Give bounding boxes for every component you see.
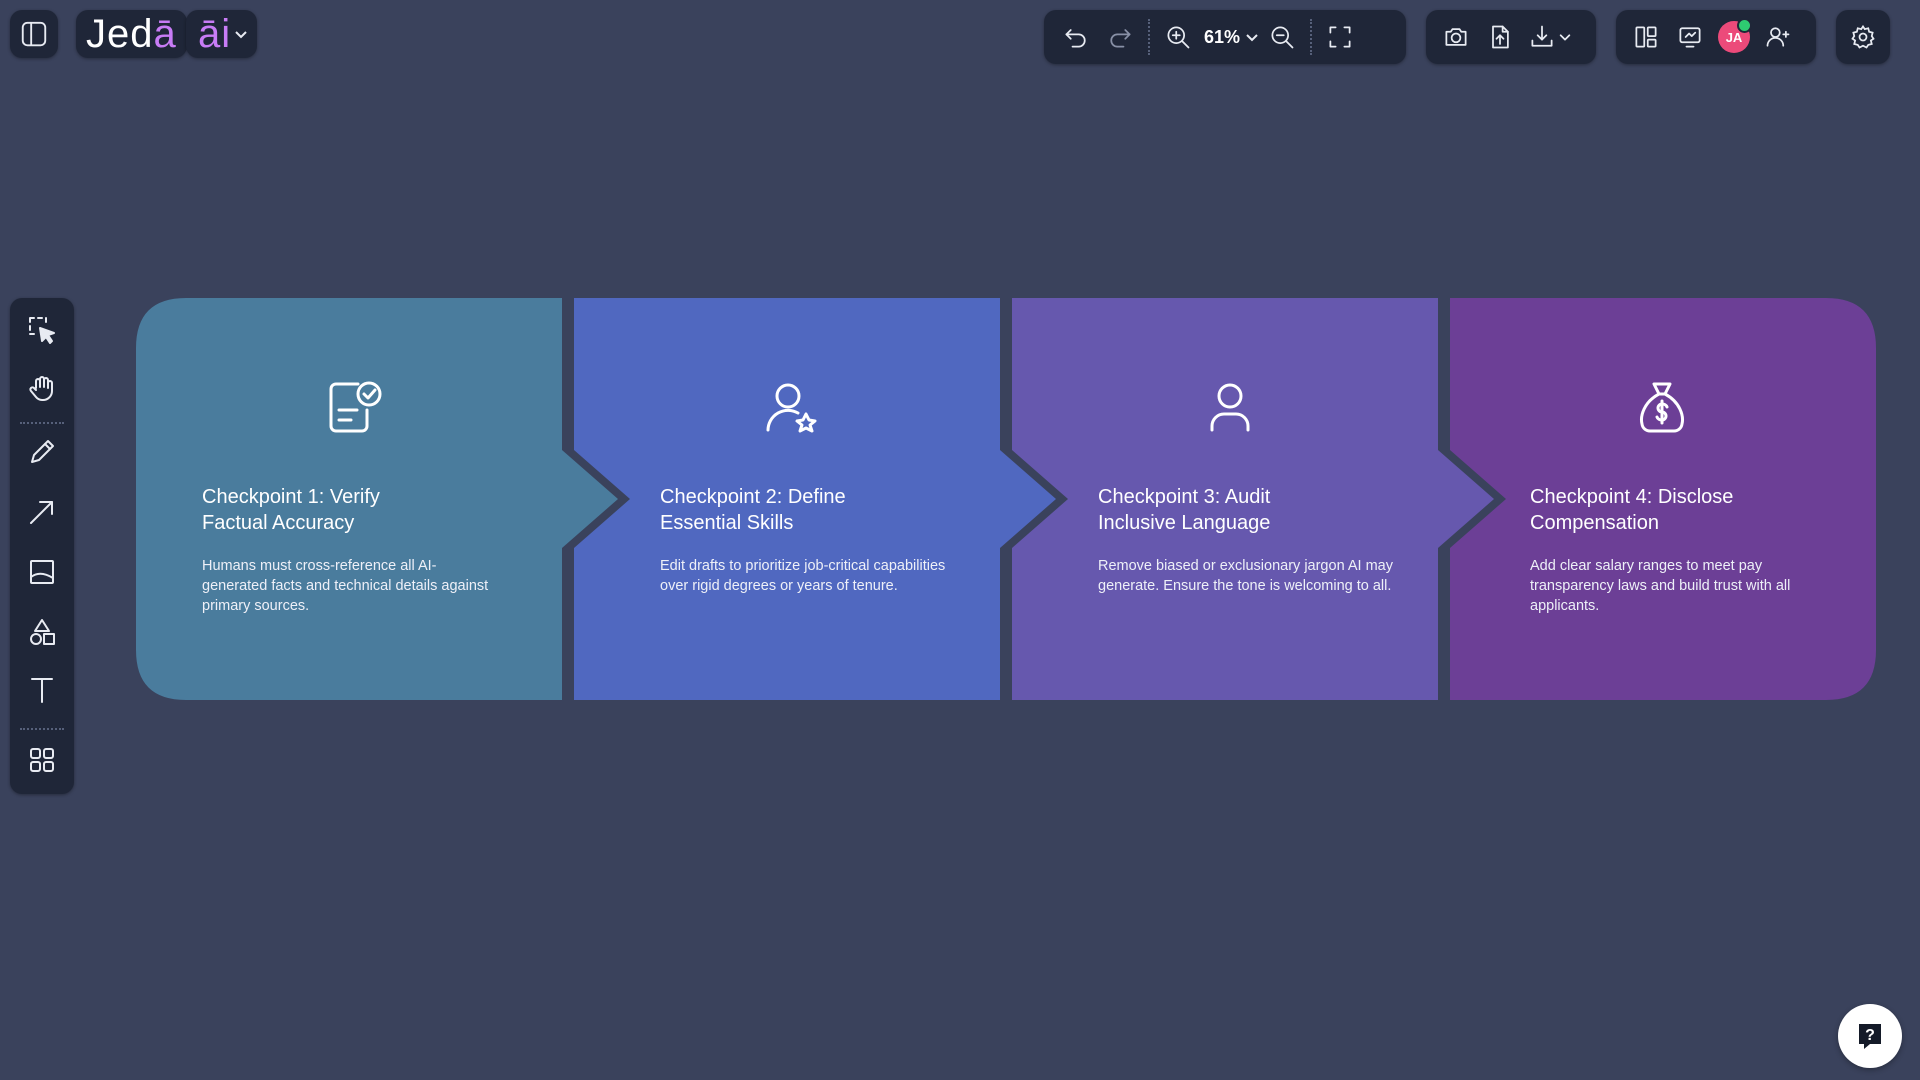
zoom-in-button[interactable] <box>1156 15 1200 59</box>
templates-tool[interactable] <box>20 738 64 782</box>
user-avatar-button[interactable]: JA <box>1712 15 1756 59</box>
chevron-down-icon <box>235 31 247 39</box>
undo-button[interactable] <box>1054 15 1098 59</box>
help-chat-icon: ? <box>1859 1024 1881 1049</box>
step-3: Checkpoint 3: Audit Inclusive Language R… <box>1098 298 1418 700</box>
zoom-in-icon <box>1167 26 1190 49</box>
step-1-title: Checkpoint 1: Verify Factual Accuracy <box>202 486 380 534</box>
arrow-tool[interactable] <box>20 490 64 534</box>
pen-tool[interactable] <box>20 430 64 474</box>
user-star-icon <box>760 376 824 440</box>
ai-label: āi <box>198 11 232 56</box>
pencil-icon <box>31 440 54 463</box>
palette-separator <box>20 728 64 730</box>
shapes-tool[interactable] <box>20 610 64 654</box>
download-button[interactable] <box>1522 15 1578 59</box>
step-4: Checkpoint 4: Disclose Compensation Add … <box>1530 298 1850 700</box>
collaboration-toolbar: JA <box>1616 10 1816 64</box>
arrow-icon <box>30 501 53 524</box>
shapes-icon <box>30 619 55 645</box>
hand-icon <box>29 376 53 401</box>
file-upload-icon <box>1492 25 1509 49</box>
brand-logo[interactable]: Jedā <box>76 10 187 58</box>
select-tool[interactable] <box>20 308 64 352</box>
chevron-down-icon <box>1246 34 1258 42</box>
zoom-level: 61% <box>1204 26 1241 47</box>
image-frame-icon <box>30 560 54 584</box>
svg-text:?: ? <box>1865 1027 1875 1044</box>
fit-to-screen-button[interactable] <box>1318 15 1362 59</box>
chevron-down-icon <box>1559 34 1571 41</box>
redo-icon <box>1110 29 1131 48</box>
process-diagram[interactable]: Checkpoint 1: Verify Factual Accuracy Hu… <box>136 298 1876 700</box>
avatar: JA <box>1718 18 1752 53</box>
screenshot-button[interactable] <box>1434 15 1478 59</box>
image-tool[interactable] <box>20 550 64 594</box>
user-icon <box>1198 376 1262 440</box>
brand-name: Jed <box>86 11 154 56</box>
add-user-icon <box>1766 27 1790 47</box>
brand-accent: ā <box>153 11 177 56</box>
sidebar-toggle-button[interactable] <box>10 10 58 58</box>
zoom-out-button[interactable] <box>1260 15 1304 59</box>
pan-tool[interactable] <box>20 366 64 410</box>
palette-separator <box>20 422 64 424</box>
download-icon <box>1531 25 1553 47</box>
online-status-dot <box>1737 18 1752 33</box>
select-cursor-icon <box>29 317 55 344</box>
layout-button[interactable] <box>1624 15 1668 59</box>
ai-menu-button[interactable]: āi <box>186 10 258 58</box>
step-2-title: Checkpoint 2: Define Essential Skills <box>660 486 846 534</box>
zoom-level-dropdown[interactable]: 61% <box>1200 15 1260 59</box>
step-3-title: Checkpoint 3: Audit Inclusive Language <box>1098 486 1271 534</box>
step-4-description: Add clear salary ranges to meet pay tran… <box>1530 558 1791 614</box>
invite-user-button[interactable] <box>1756 15 1800 59</box>
step-4-title: Checkpoint 4: Disclose Compensation <box>1530 486 1734 534</box>
zoom-out-icon <box>1271 26 1294 49</box>
text-tool[interactable] <box>20 668 64 712</box>
fullscreen-icon <box>1329 26 1351 48</box>
presentation-button[interactable] <box>1668 15 1712 59</box>
gear-icon <box>1851 24 1875 49</box>
toolbar-separator <box>1148 19 1150 55</box>
text-icon <box>31 678 53 703</box>
grid-icon <box>30 748 54 772</box>
upload-button[interactable] <box>1478 15 1522 59</box>
export-toolbar <box>1426 10 1596 64</box>
redo-button[interactable] <box>1098 15 1142 59</box>
sidebar-panel-icon <box>21 21 47 47</box>
help-button[interactable]: ? <box>1838 1004 1902 1068</box>
toolbar-separator <box>1310 19 1313 55</box>
tool-palette <box>10 298 74 794</box>
undo-icon <box>1065 29 1086 48</box>
step-3-description: Remove biased or exclusionary jargon AI … <box>1098 558 1393 594</box>
step-1: Checkpoint 1: Verify Factual Accuracy Hu… <box>202 298 542 700</box>
step-1-description: Humans must cross-reference all AI-gener… <box>202 558 489 614</box>
document-check-icon <box>322 376 386 440</box>
step-2: Checkpoint 2: Define Essential Skills Ed… <box>660 298 960 700</box>
settings-button[interactable] <box>1836 10 1890 64</box>
screen-share-icon <box>1679 27 1701 48</box>
history-zoom-toolbar: 61% <box>1044 10 1406 64</box>
camera-icon <box>1445 28 1467 46</box>
money-bag-icon <box>1630 376 1694 440</box>
layout-panels-icon <box>1635 26 1657 48</box>
step-2-description: Edit drafts to prioritize job-critical c… <box>660 558 946 594</box>
